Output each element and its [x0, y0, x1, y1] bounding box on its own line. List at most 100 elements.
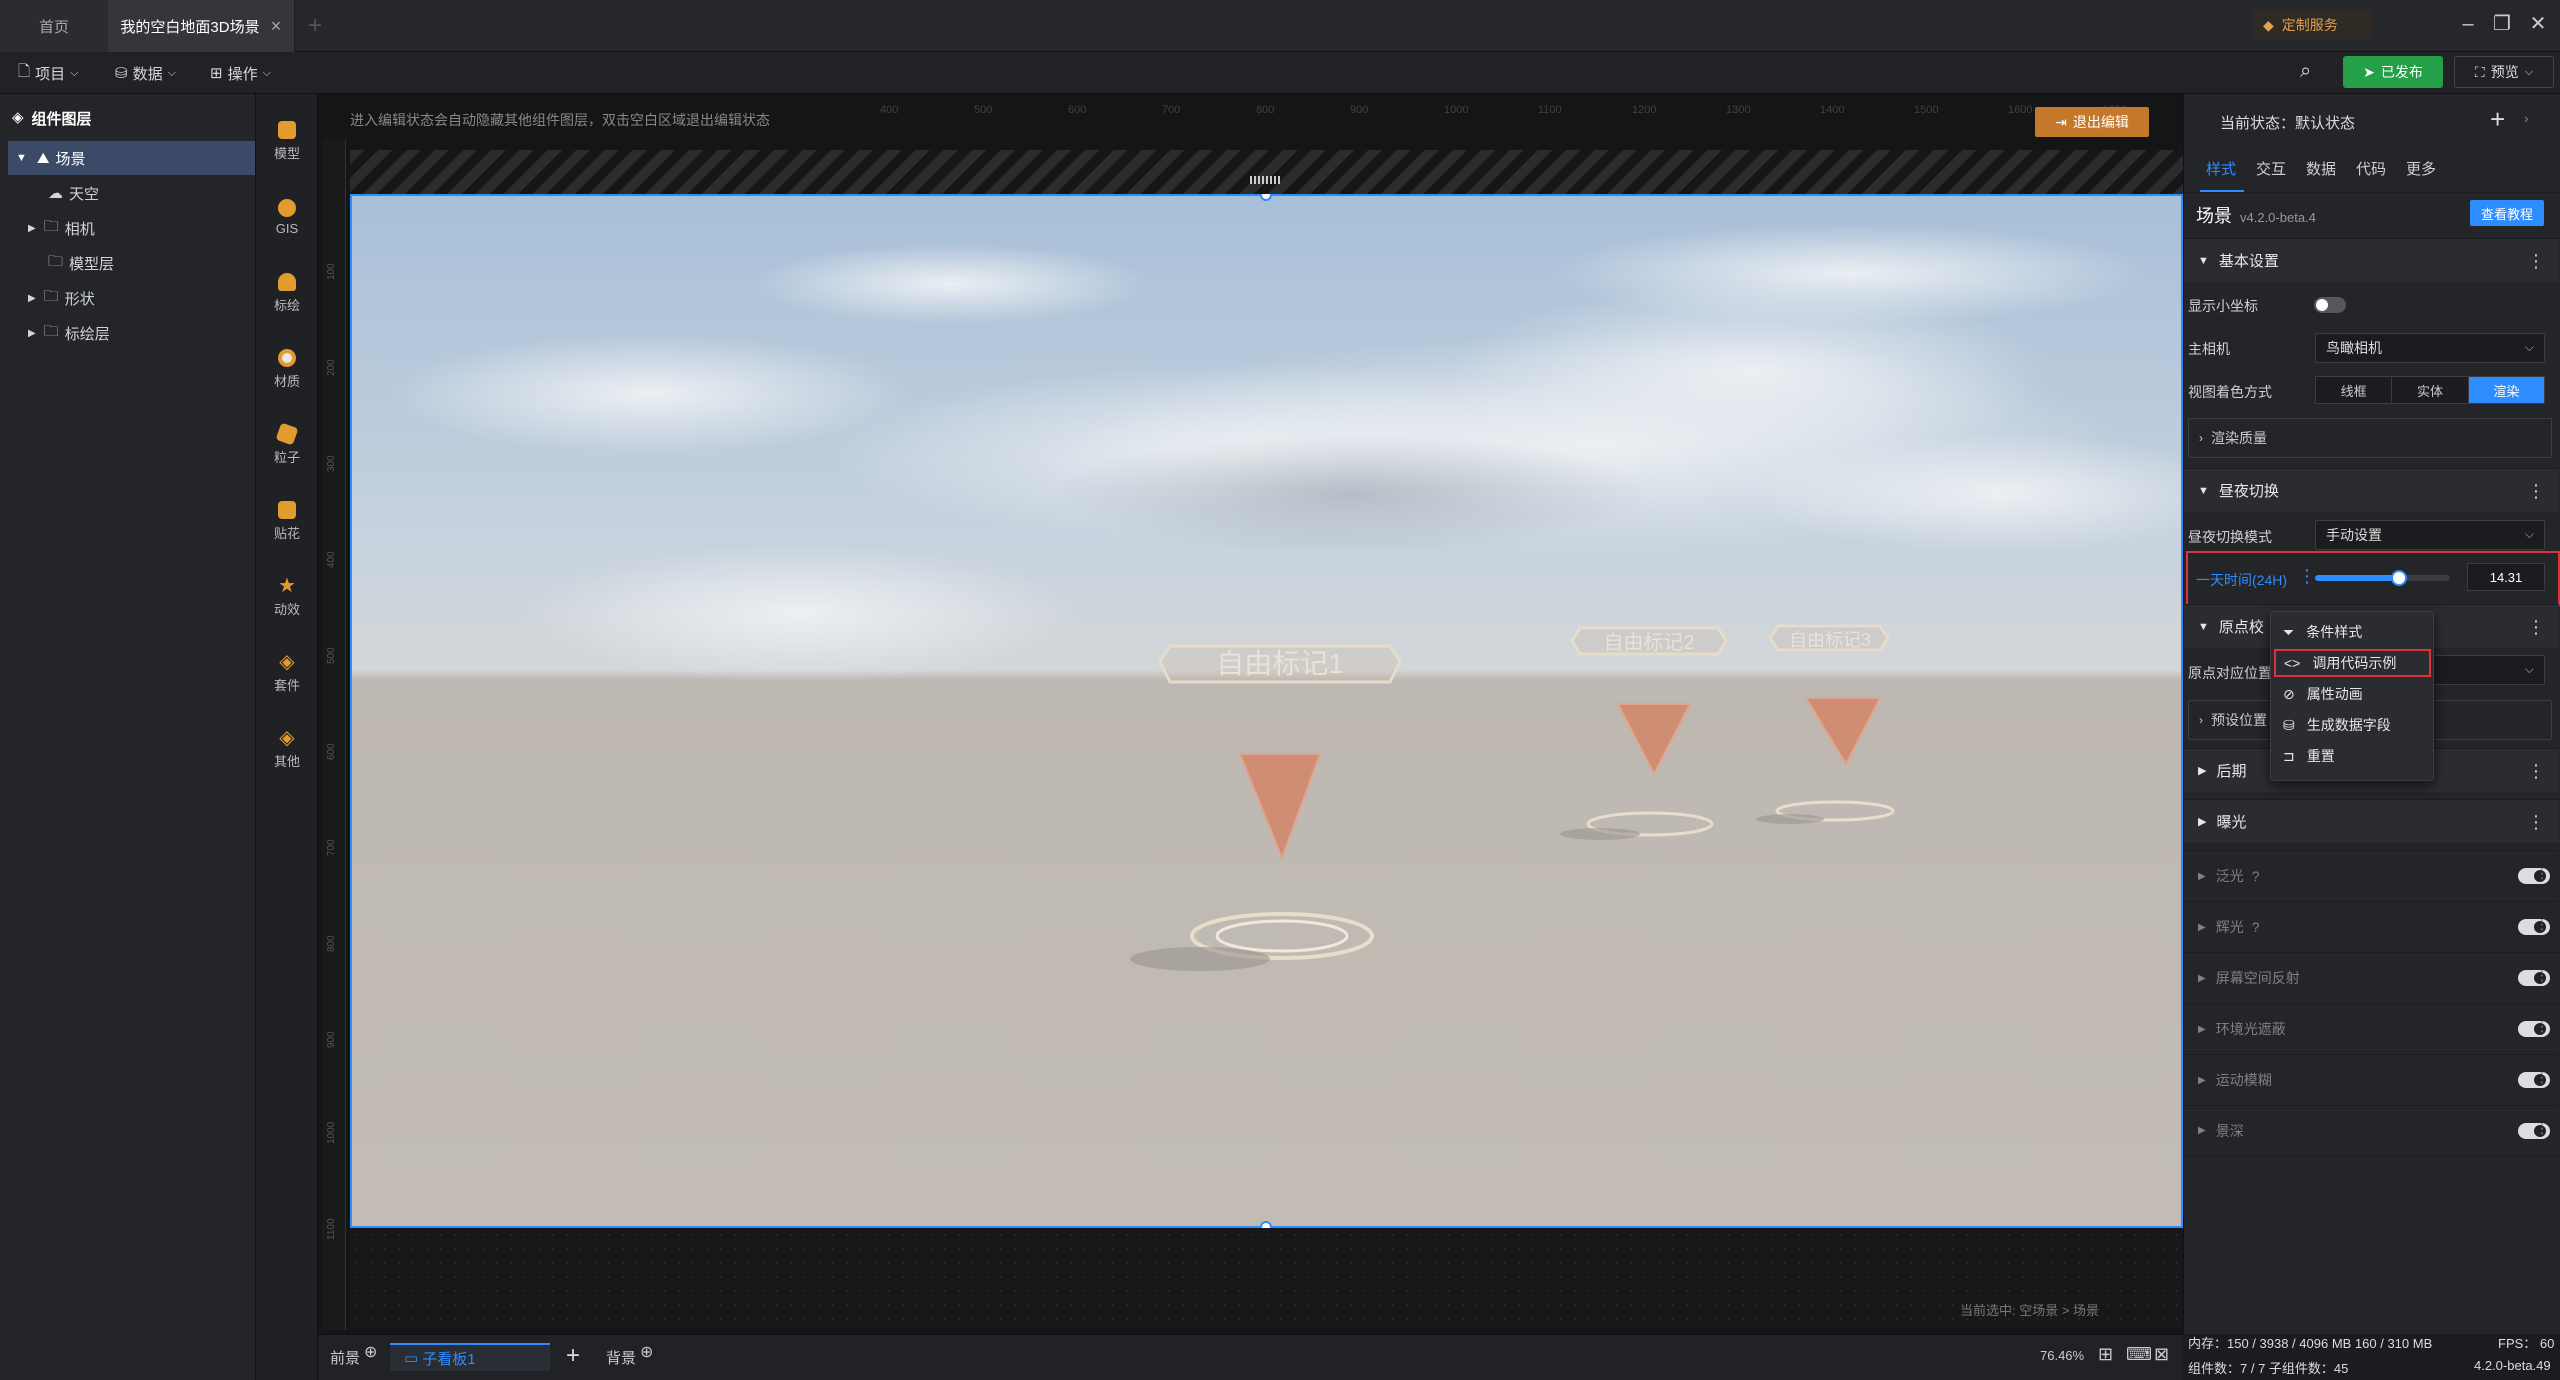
- tab-home[interactable]: 首页: [0, 0, 108, 52]
- layer-plot[interactable]: ▶ 🗀 标绘层: [0, 316, 256, 350]
- add-state-icon[interactable]: +: [2490, 104, 2505, 135]
- marker-3[interactable]: 自由标记3: [1756, 624, 1895, 824]
- tool-effect[interactable]: ★ 动效: [256, 562, 318, 632]
- tool-particle[interactable]: 粒子: [256, 410, 318, 480]
- minimize-icon[interactable]: –: [2451, 10, 2485, 40]
- more-icon[interactable]: ⋮: [2527, 761, 2545, 782]
- layer-model[interactable]: 🗀 模型层: [0, 246, 256, 280]
- show-axis-toggle[interactable]: [2314, 297, 2346, 313]
- tab-scene[interactable]: 我的空白地面3D场景 ×: [108, 0, 295, 52]
- tutorial-button[interactable]: 查看教程: [2470, 200, 2544, 226]
- effect-dof[interactable]: ▶ 景深 ⋮: [2184, 1105, 2559, 1156]
- marker-1[interactable]: 自由标记1: [1130, 644, 1402, 971]
- layer-camera[interactable]: ▶ 🗀 相机: [0, 211, 256, 245]
- fullscreen-icon: ⛶: [2474, 63, 2485, 80]
- help-icon[interactable]: ?: [2252, 868, 2260, 884]
- section-basic[interactable]: ▼ 基本设置 ⋮: [2184, 238, 2559, 282]
- menu-reset[interactable]: ⊐ 重置: [2283, 742, 2423, 770]
- custom-service-button[interactable]: ◆ 定制服务: [2253, 10, 2371, 40]
- chevron-right-icon[interactable]: ›: [2524, 110, 2529, 126]
- tab-code[interactable]: 代码: [2356, 158, 2386, 179]
- effect-glow[interactable]: ▶ 辉光? ⋮: [2184, 901, 2559, 952]
- scene-viewport[interactable]: 自由标记1 自由标记2 自由标记3: [350, 194, 2183, 1228]
- menu-data-label: 数据: [132, 65, 163, 83]
- tab-sub-board[interactable]: ▭ 子看板1: [390, 1343, 550, 1371]
- tool-model[interactable]: 模型: [256, 106, 318, 176]
- more-icon[interactable]: ⋮: [2527, 812, 2545, 833]
- time-slider-track[interactable]: [2315, 570, 2450, 586]
- effect-ao[interactable]: ▶ 环境光遮蔽 ⋮: [2184, 1003, 2559, 1054]
- search-icon[interactable]: ⌕: [2300, 60, 2311, 83]
- more-icon[interactable]: ⋮: [2527, 481, 2545, 502]
- tool-plot[interactable]: 标绘: [256, 258, 318, 328]
- more-icon[interactable]: ⋮: [2535, 1069, 2549, 1086]
- close-window-icon[interactable]: ✕: [2521, 10, 2555, 40]
- drag-handle-icon[interactable]: [1250, 176, 1280, 184]
- tab-back[interactable]: 背景 ⊕: [606, 1343, 653, 1371]
- tool-gis[interactable]: GIS: [256, 182, 318, 252]
- time-slider-thumb[interactable]: [2390, 570, 2407, 586]
- section-exposure[interactable]: ▶ 曝光 ⋮: [2184, 799, 2559, 843]
- ruler-left-tick: 500: [326, 647, 337, 664]
- more-icon[interactable]: ⋮: [2535, 967, 2549, 984]
- marker-2[interactable]: 自由标记2: [1560, 626, 1728, 840]
- menu-gen-data-field[interactable]: ⛁ 生成数据字段: [2283, 711, 2423, 739]
- more-icon[interactable]: ⋮: [2535, 865, 2549, 882]
- tab-style[interactable]: 样式: [2206, 158, 2236, 179]
- effect-ssr[interactable]: ▶ 屏幕空间反射 ⋮: [2184, 952, 2559, 1003]
- render-quality-group[interactable]: › 渲染质量: [2188, 418, 2552, 458]
- tab-more[interactable]: 更多: [2406, 158, 2436, 179]
- code-icon[interactable]: ⊠: [2154, 1344, 2169, 1365]
- preview-button[interactable]: ⛶ 预览 ⌵: [2454, 56, 2554, 88]
- menu-condition-style[interactable]: ⏷ 条件样式: [2283, 618, 2423, 646]
- tab-data[interactable]: 数据: [2306, 158, 2336, 179]
- add-circle-icon[interactable]: ⊕: [364, 1342, 377, 1362]
- add-board-icon[interactable]: +: [566, 1342, 580, 1370]
- close-tab-icon[interactable]: ×: [266, 16, 286, 36]
- help-icon[interactable]: ?: [2252, 919, 2260, 935]
- add-circle-icon[interactable]: ⊕: [640, 1342, 653, 1362]
- publish-button[interactable]: ➤ 已发布: [2343, 56, 2443, 88]
- component-version: v4.2.0-beta.4: [2240, 210, 2316, 225]
- shading-wireframe[interactable]: 线框: [2316, 377, 2393, 403]
- tab-interaction[interactable]: 交互: [2256, 158, 2286, 179]
- menu-property-animation[interactable]: ⊘ 属性动画: [2283, 680, 2423, 708]
- more-icon[interactable]: ⋮: [2527, 251, 2545, 272]
- database-icon: ⛁: [2283, 716, 2295, 733]
- shading-solid[interactable]: 实体: [2392, 377, 2469, 403]
- time-input[interactable]: 14.31: [2467, 563, 2545, 591]
- shading-render[interactable]: 渲染: [2468, 377, 2544, 403]
- daynight-mode-select[interactable]: 手动设置 ⌵: [2315, 520, 2545, 550]
- tab-back-label: 背景: [606, 1349, 637, 1367]
- layer-sky[interactable]: ☁ 天空: [0, 176, 256, 210]
- menu-data[interactable]: ⛁ 数据 ⌵: [115, 61, 176, 85]
- more-icon[interactable]: ⋮: [2535, 1018, 2549, 1035]
- more-icon[interactable]: ⋮: [2535, 916, 2549, 933]
- fit-icon[interactable]: ⊞: [2098, 1344, 2113, 1365]
- tab-scene-label: 我的空白地面3D场景: [120, 18, 260, 36]
- tool-other[interactable]: ◈ 其他: [256, 714, 318, 784]
- effect-motion-blur[interactable]: ▶ 运动模糊 ⋮: [2184, 1054, 2559, 1105]
- restore-icon[interactable]: ❐: [2485, 10, 2519, 40]
- menu-project[interactable]: 🗋 项目 ⌵: [18, 61, 78, 85]
- camera-select[interactable]: 鸟瞰相机 ⌵: [2315, 333, 2545, 363]
- add-tab-icon[interactable]: +: [308, 12, 322, 40]
- canvas-below-area[interactable]: [350, 1228, 2183, 1328]
- more-vertical-icon[interactable]: ⋮: [2298, 566, 2316, 587]
- more-icon[interactable]: ⋮: [2527, 617, 2545, 638]
- tool-decal[interactable]: 贴花: [256, 486, 318, 556]
- keyboard-icon[interactable]: ⌨: [2126, 1344, 2152, 1365]
- tool-effect-label: 动效: [273, 601, 300, 617]
- exit-edit-button[interactable]: ⇥ 退出编辑: [2035, 107, 2149, 137]
- tool-kit[interactable]: ◈ 套件: [256, 638, 318, 708]
- effect-bloom[interactable]: ▶ 泛光? ⋮: [2184, 850, 2559, 901]
- menu-operate[interactable]: ⊞ 操作 ⌵: [210, 61, 271, 85]
- layer-scene[interactable]: ▼ ⛰ 场景: [8, 141, 255, 175]
- tab-front[interactable]: 前景 ⊕: [330, 1343, 377, 1371]
- monitor-icon: ▭: [404, 1350, 419, 1367]
- tool-material[interactable]: 材质: [256, 334, 318, 404]
- layer-shape[interactable]: ▶ 🗀 形状: [0, 281, 256, 315]
- section-daynight[interactable]: ▼ 昼夜切换 ⋮: [2184, 468, 2559, 512]
- more-icon[interactable]: ⋮: [2535, 1120, 2549, 1137]
- menu-code-example[interactable]: <> 调用代码示例: [2274, 649, 2431, 677]
